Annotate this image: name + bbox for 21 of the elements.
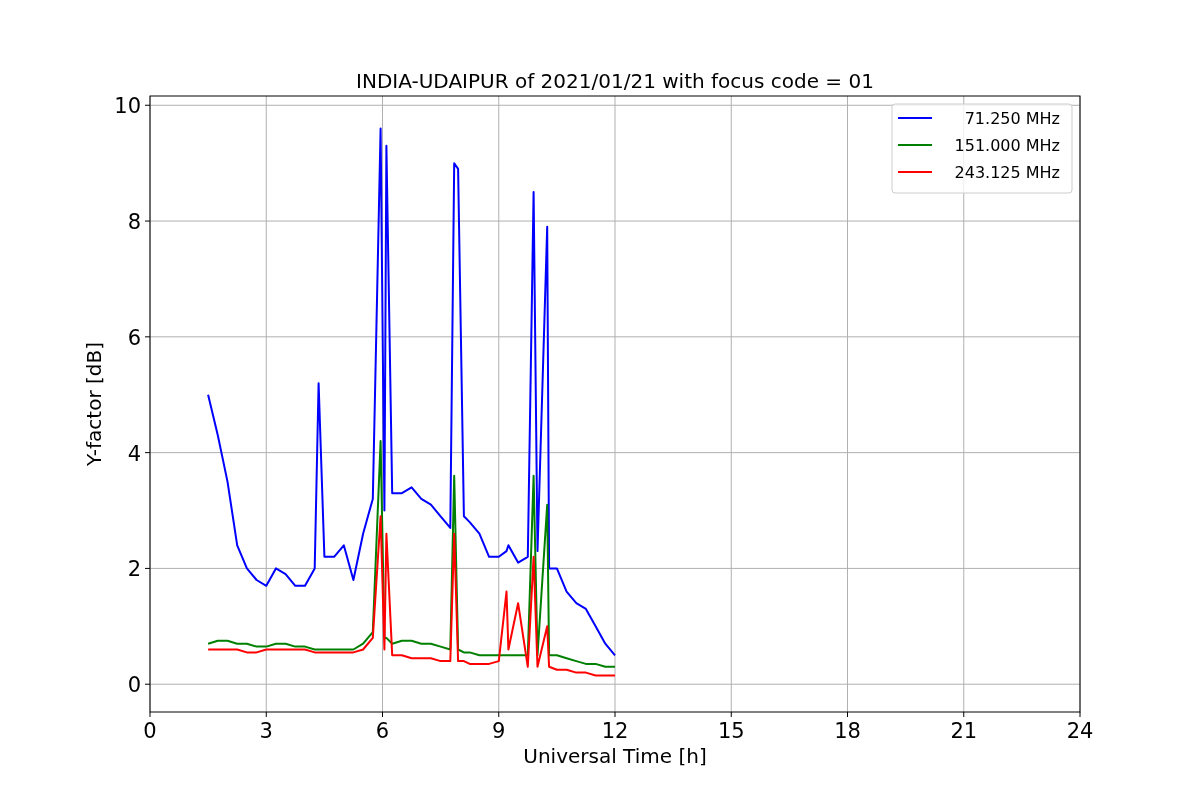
tick-label: 2 [127,557,141,582]
tick-label: 10 [114,94,141,119]
tick-label: 12 [601,719,629,743]
tick-label: 24 [1066,719,1094,743]
tick-label: 4 [127,441,141,466]
tick-label: 18 [834,719,861,743]
axis-label: Universal Time [h] [523,744,707,768]
tick-label: 21 [950,719,978,743]
tick-label: 6 [375,719,390,743]
tick-label: 9 [492,719,506,743]
tick-label: 0 [127,673,141,698]
tick-label: 3 [259,719,273,743]
chart-title: INDIA-UDAIPUR of 2021/01/21 with focus code = 01 [356,69,874,93]
tick-label: 6 [127,325,141,350]
tick-label: 8 [127,210,141,235]
tick-label: 15 [717,719,745,743]
legend-label: 243.125 MHz [954,163,1060,182]
tick-label: 0 [143,719,157,743]
legend-label: 71.250 MHz [964,109,1060,128]
legend-label: 151.000 MHz [954,136,1060,155]
axis-label: Y-factor [dB] [82,342,106,466]
